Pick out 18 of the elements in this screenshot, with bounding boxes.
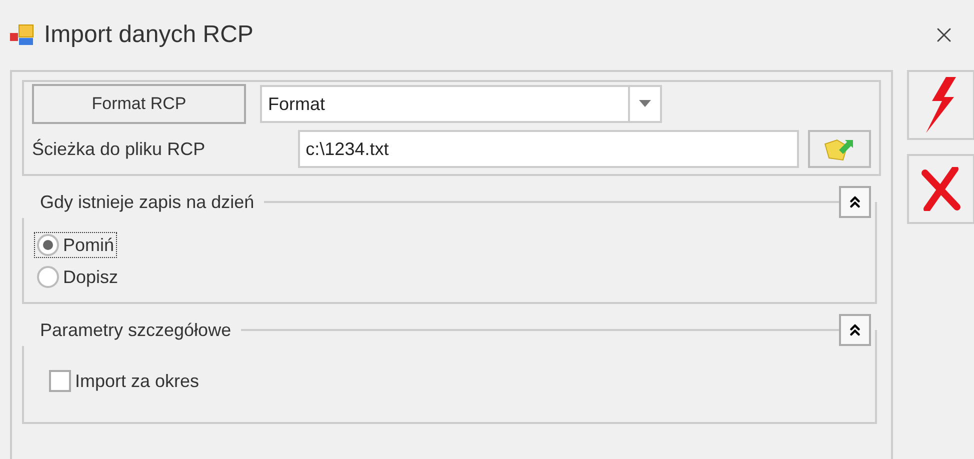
cross-icon bbox=[921, 167, 961, 211]
app-icon bbox=[10, 23, 36, 47]
collapse-button[interactable] bbox=[839, 314, 871, 346]
checkbox-option[interactable]: Import za okres bbox=[46, 368, 202, 394]
radio-option[interactable]: Dopisz bbox=[34, 264, 122, 290]
radio-option[interactable]: Pomiń bbox=[34, 232, 118, 258]
path-field[interactable]: c:\1234.txt bbox=[298, 130, 800, 168]
lightning-icon bbox=[924, 77, 958, 133]
cancel-button[interactable] bbox=[907, 154, 974, 224]
window-title: Import danych RCP bbox=[44, 21, 254, 49]
run-button[interactable] bbox=[907, 70, 974, 140]
path-label: Ścieżka do pliku RCP bbox=[32, 138, 206, 160]
caret-icon bbox=[639, 100, 651, 108]
group-title: Gdy istnieje zapis na dzień bbox=[39, 192, 256, 212]
format-dropdown[interactable]: Format bbox=[260, 85, 662, 123]
format-button[interactable]: Format RCP bbox=[32, 84, 246, 124]
collapse-button[interactable] bbox=[839, 186, 871, 218]
group-title: Parametry szczegółowe bbox=[39, 320, 232, 340]
